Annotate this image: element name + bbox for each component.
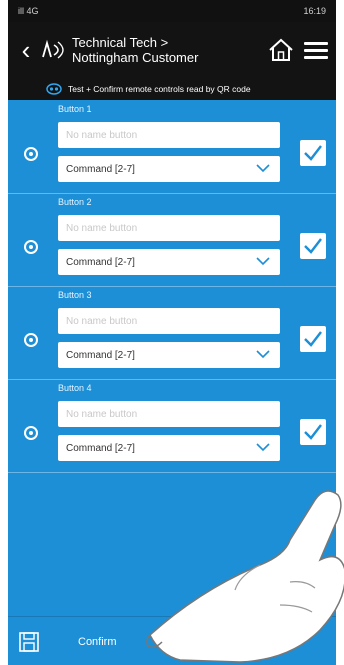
chevron-down-icon [256,164,270,173]
radio-button-2[interactable] [24,240,38,254]
subtitle-bar: Test + Confirm remote controls read by Q… [8,78,336,100]
button-label: Button 3 [58,290,92,300]
checkmark-icon [304,145,322,161]
enable-checkbox-1[interactable] [300,140,326,166]
page-title: Technical Tech > Nottingham Customer [72,35,266,65]
status-bar: ill 4G 16:19 [8,0,336,22]
radio-button-3[interactable] [24,333,38,347]
button-card-1: Button 1 Command [2-7] [8,100,336,194]
footer-bar: Confirm Cancel [8,616,336,665]
button-card-3: Button 3 Command [2-7] [8,286,336,380]
back-icon[interactable]: ‹ [16,37,36,63]
checkmark-icon [304,424,322,440]
home-icon[interactable] [266,37,296,63]
command-select-2[interactable]: Command [2-7] [58,249,280,275]
chevron-down-icon [256,350,270,359]
button-list: Button 1 Command [2-7] Button 2 Command … [8,100,336,617]
command-select-1[interactable]: Command [2-7] [58,156,280,182]
radio-button-1[interactable] [24,147,38,161]
enable-checkbox-2[interactable] [300,233,326,259]
cancel-label: Cancel [242,636,277,648]
app-screen: ill 4G 16:19 ‹ Technical Tech > Nottingh… [8,0,336,665]
command-value: Command [2-7] [66,349,135,361]
command-select-4[interactable]: Command [2-7] [58,435,280,461]
enable-checkbox-4[interactable] [300,419,326,445]
app-header: ‹ Technical Tech > Nottingham Customer [8,22,336,78]
button-label: Button 1 [58,104,92,114]
checkmark-icon [304,331,322,347]
button-name-input-2[interactable] [58,215,280,241]
command-select-3[interactable]: Command [2-7] [58,342,280,368]
confirm-label: Confirm [78,636,117,648]
button-label: Button 4 [58,383,92,393]
close-icon [182,633,200,651]
button-label: Button 2 [58,197,92,207]
save-icon [19,632,39,652]
title-line1: Technical Tech > [72,35,169,50]
enable-checkbox-3[interactable] [300,326,326,352]
button-name-input-4[interactable] [58,401,280,427]
radio-button-4[interactable] [24,426,38,440]
status-time: 16:19 [303,6,326,16]
checkmark-icon [304,238,322,254]
subtitle-text: Test + Confirm remote controls read by Q… [68,84,251,94]
menu-icon[interactable] [304,41,328,59]
technical-tech-icon [42,39,64,59]
remote-icon [46,83,62,95]
button-name-input-3[interactable] [58,308,280,334]
confirm-button[interactable]: Confirm [18,623,168,661]
command-value: Command [2-7] [66,256,135,268]
cancel-button[interactable]: Cancel [180,623,330,661]
status-left: ill 4G [18,6,39,16]
button-name-input-1[interactable] [58,122,280,148]
command-value: Command [2-7] [66,442,135,454]
title-line2: Nottingham Customer [72,50,199,65]
command-value: Command [2-7] [66,163,135,175]
chevron-down-icon [256,443,270,452]
button-card-4: Button 4 Command [2-7] [8,379,336,473]
button-card-2: Button 2 Command [2-7] [8,193,336,287]
chevron-down-icon [256,257,270,266]
